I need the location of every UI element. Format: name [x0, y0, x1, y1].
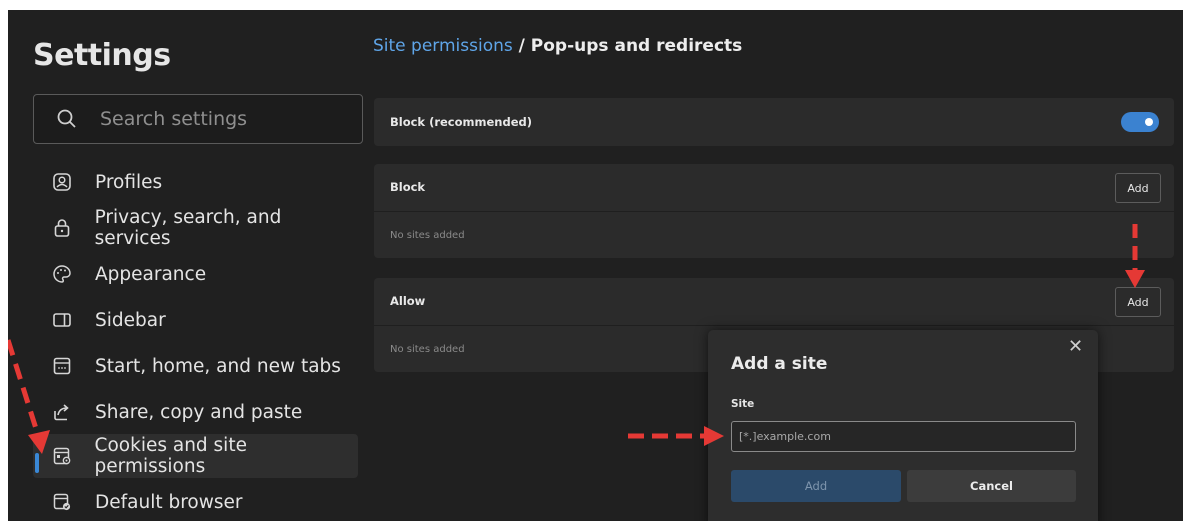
page-title: Pop-ups and redirects [530, 36, 743, 56]
dialog-cancel-button[interactable]: Cancel [907, 470, 1076, 502]
block-recommended-label: Block (recommended) [390, 115, 532, 129]
site-input[interactable] [731, 421, 1076, 452]
profile-icon [51, 171, 73, 193]
sidebar-item-label: Appearance [95, 263, 207, 285]
allow-label: Allow [390, 294, 426, 308]
block-recommended-card: Block (recommended) [374, 98, 1174, 146]
sidebar-icon [51, 309, 73, 331]
settings-title: Settings [33, 38, 171, 73]
sidebar-item-default-browser[interactable]: Default browser [33, 480, 358, 521]
sidebar-item-label: Share, copy and paste [95, 401, 303, 423]
sidebar-item-appearance[interactable]: Appearance [33, 252, 358, 296]
default-browser-icon [51, 491, 73, 513]
block-label: Block [390, 180, 426, 194]
divider [374, 325, 1174, 326]
breadcrumb-separator: / [512, 36, 531, 56]
search-icon [56, 108, 78, 134]
search-box[interactable] [33, 94, 363, 144]
dialog-title: Add a site [731, 354, 828, 374]
sidebar-item-label: Default browser [95, 491, 243, 513]
active-indicator [35, 453, 39, 473]
sidebar-item-label: Cookies and site permissions [94, 435, 247, 477]
site-field-label: Site [731, 398, 755, 410]
breadcrumb: Site permissions / Pop-ups and redirects [373, 36, 742, 56]
allow-empty-text: No sites added [390, 344, 465, 355]
sidebar-item-label: Start, home, and new tabs [95, 355, 341, 377]
search-input[interactable] [100, 107, 350, 131]
add-site-dialog: Add a site ✕ Site Add Cancel [708, 330, 1098, 521]
palette-icon [51, 263, 73, 285]
sidebar-item-label: Privacy, search, and services [94, 207, 282, 249]
sidebar-item-label: Sidebar [95, 309, 166, 331]
sidebar-item-sidebar[interactable]: Sidebar [33, 298, 358, 342]
share-icon [51, 401, 73, 423]
block-card: Block Add No sites added [374, 164, 1174, 258]
block-recommended-toggle[interactable] [1121, 112, 1159, 132]
block-empty-text: No sites added [390, 230, 465, 241]
toggle-knob [1145, 118, 1153, 126]
close-icon[interactable]: ✕ [1068, 336, 1083, 357]
sidebar-item-privacy[interactable]: Privacy, search, and services [33, 206, 358, 250]
dialog-add-button[interactable]: Add [731, 470, 901, 502]
allow-add-button[interactable]: Add [1115, 287, 1161, 317]
sidebar-item-label: Profiles [95, 171, 163, 193]
cookies-icon [51, 445, 73, 467]
sidebar-item-cookies[interactable]: Cookies and site permissions [33, 434, 358, 478]
breadcrumb-link-site-permissions[interactable]: Site permissions [373, 36, 513, 56]
sidebar-item-start-home[interactable]: Start, home, and new tabs [33, 344, 358, 388]
lock-icon [51, 217, 73, 239]
settings-window: Settings Profiles Privacy, search, and s… [8, 10, 1183, 521]
block-add-button[interactable]: Add [1115, 173, 1161, 203]
sidebar-item-profiles[interactable]: Profiles [33, 160, 358, 204]
new-tab-icon [51, 355, 73, 377]
divider [374, 211, 1174, 212]
sidebar-item-share[interactable]: Share, copy and paste [33, 390, 358, 434]
